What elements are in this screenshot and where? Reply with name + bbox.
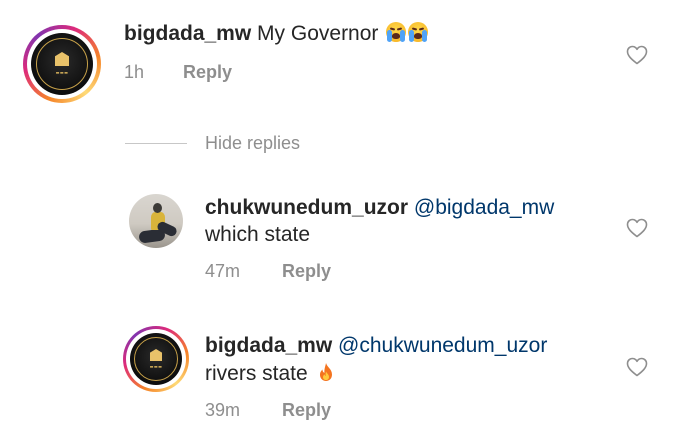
brand-logo: ▬▬▬ [31, 33, 93, 95]
reply-username[interactable]: chukwunedum_uzor [205, 196, 408, 219]
like-heart-icon[interactable] [624, 216, 650, 240]
reply-button[interactable]: Reply [282, 261, 331, 282]
mention-link[interactable]: @chukwunedum_uzor [338, 334, 547, 357]
reply-button[interactable]: Reply [282, 400, 331, 421]
comment-username[interactable]: bigdada_mw [124, 22, 251, 45]
reply-timestamp: 39m [205, 400, 241, 420]
like-heart-icon[interactable] [624, 43, 650, 67]
reply-timestamp: 47m [205, 261, 241, 281]
mention-link[interactable]: @bigdada_mw [414, 196, 554, 219]
brand-logo: ▬▬▬ [130, 333, 182, 385]
comment-timestamp: 1h [124, 62, 145, 82]
reply-text: which state [205, 223, 311, 246]
loudly-crying-face-icon [386, 22, 407, 42]
avatar[interactable]: ▬▬▬ [123, 326, 189, 392]
avatar[interactable]: ▬▬▬ [23, 25, 101, 103]
fire-icon [316, 362, 336, 382]
reply-username[interactable]: bigdada_mw [205, 334, 332, 357]
replies-divider [125, 143, 187, 144]
reply-button[interactable]: Reply [183, 62, 232, 83]
like-heart-icon[interactable] [624, 355, 650, 379]
loudly-crying-face-icon [408, 22, 429, 42]
hide-replies-button[interactable]: Hide replies [205, 133, 300, 154]
comment-text: My Governor [257, 22, 379, 45]
avatar[interactable] [129, 194, 183, 248]
reply-text: rivers state [205, 362, 308, 385]
